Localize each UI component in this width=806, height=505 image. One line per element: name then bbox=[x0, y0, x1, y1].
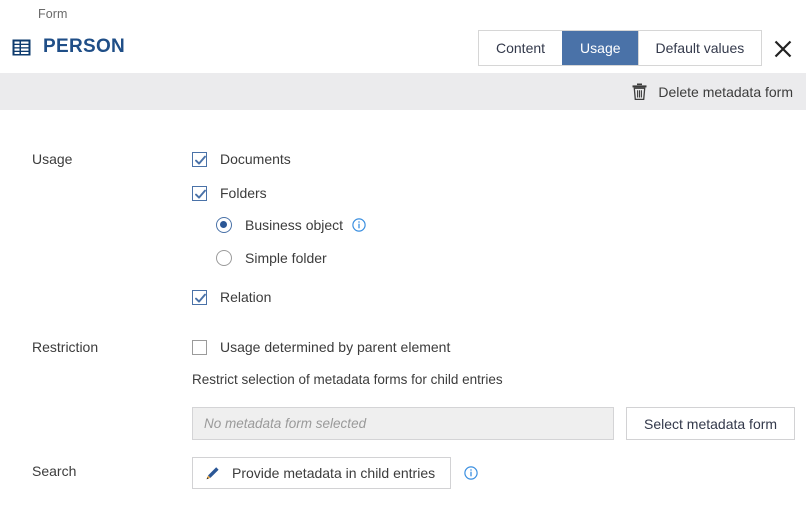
checkbox-relation[interactable]: Relation bbox=[192, 289, 271, 305]
dialog-header: Form PERSON Content Usage Default values bbox=[0, 0, 806, 73]
radio-simple-folder-label: Simple folder bbox=[245, 250, 327, 266]
radio-business-object[interactable]: Business object bbox=[216, 217, 366, 233]
breadcrumb: Form bbox=[38, 7, 68, 21]
toolbar: Delete metadata form bbox=[0, 73, 806, 110]
provide-metadata-in-child-entries-button[interactable]: Provide metadata in child entries bbox=[192, 457, 452, 489]
restriction-helper-text: Restrict selection of metadata forms for… bbox=[192, 372, 503, 387]
checkbox-checked-icon bbox=[192, 151, 207, 167]
checkbox-unchecked-icon bbox=[192, 339, 207, 355]
checkbox-usage-determined-by-parent-label: Usage determined by parent element bbox=[220, 339, 451, 355]
tab-default-values[interactable]: Default values bbox=[637, 31, 762, 65]
tab-group: Content Usage Default values bbox=[478, 30, 763, 66]
usage-section-label: Usage bbox=[32, 151, 73, 167]
tab-content[interactable]: Content bbox=[479, 31, 563, 65]
page-title: PERSON bbox=[43, 36, 126, 57]
metadata-form-input[interactable] bbox=[192, 407, 614, 440]
radio-simple-folder[interactable]: Simple folder bbox=[216, 250, 327, 266]
tab-usage[interactable]: Usage bbox=[562, 31, 638, 65]
search-section-label: Search bbox=[32, 463, 77, 479]
page-title-row: PERSON bbox=[12, 36, 125, 58]
pencil-icon bbox=[205, 466, 220, 481]
delete-metadata-form-label: Delete metadata form bbox=[658, 83, 793, 100]
checkbox-usage-determined-by-parent[interactable]: Usage determined by parent element bbox=[192, 339, 450, 355]
info-icon[interactable] bbox=[352, 218, 366, 232]
checkbox-documents[interactable]: Documents bbox=[192, 151, 291, 167]
restriction-section-label: Restriction bbox=[32, 339, 99, 355]
checkbox-documents-label: Documents bbox=[220, 151, 291, 167]
radio-selected-icon bbox=[216, 217, 232, 233]
checkbox-checked-icon bbox=[192, 185, 207, 201]
checkbox-folders-label: Folders bbox=[220, 185, 267, 201]
provide-metadata-in-child-entries-label: Provide metadata in child entries bbox=[232, 465, 436, 481]
search-action-wrap: Provide metadata in child entries bbox=[192, 457, 478, 489]
checkbox-folders[interactable]: Folders bbox=[192, 185, 267, 201]
table-form-icon bbox=[12, 38, 31, 57]
close-icon[interactable] bbox=[772, 38, 794, 60]
checkbox-checked-icon bbox=[192, 289, 207, 305]
metadata-form-picker: Select metadata form bbox=[192, 407, 796, 440]
select-metadata-form-button[interactable]: Select metadata form bbox=[626, 407, 796, 440]
radio-business-object-label: Business object bbox=[245, 217, 344, 233]
radio-unselected-icon bbox=[216, 250, 232, 266]
info-icon[interactable] bbox=[464, 466, 478, 480]
trash-icon bbox=[632, 83, 647, 101]
checkbox-relation-label: Relation bbox=[220, 289, 272, 305]
delete-metadata-form-button[interactable]: Delete metadata form bbox=[632, 73, 793, 110]
